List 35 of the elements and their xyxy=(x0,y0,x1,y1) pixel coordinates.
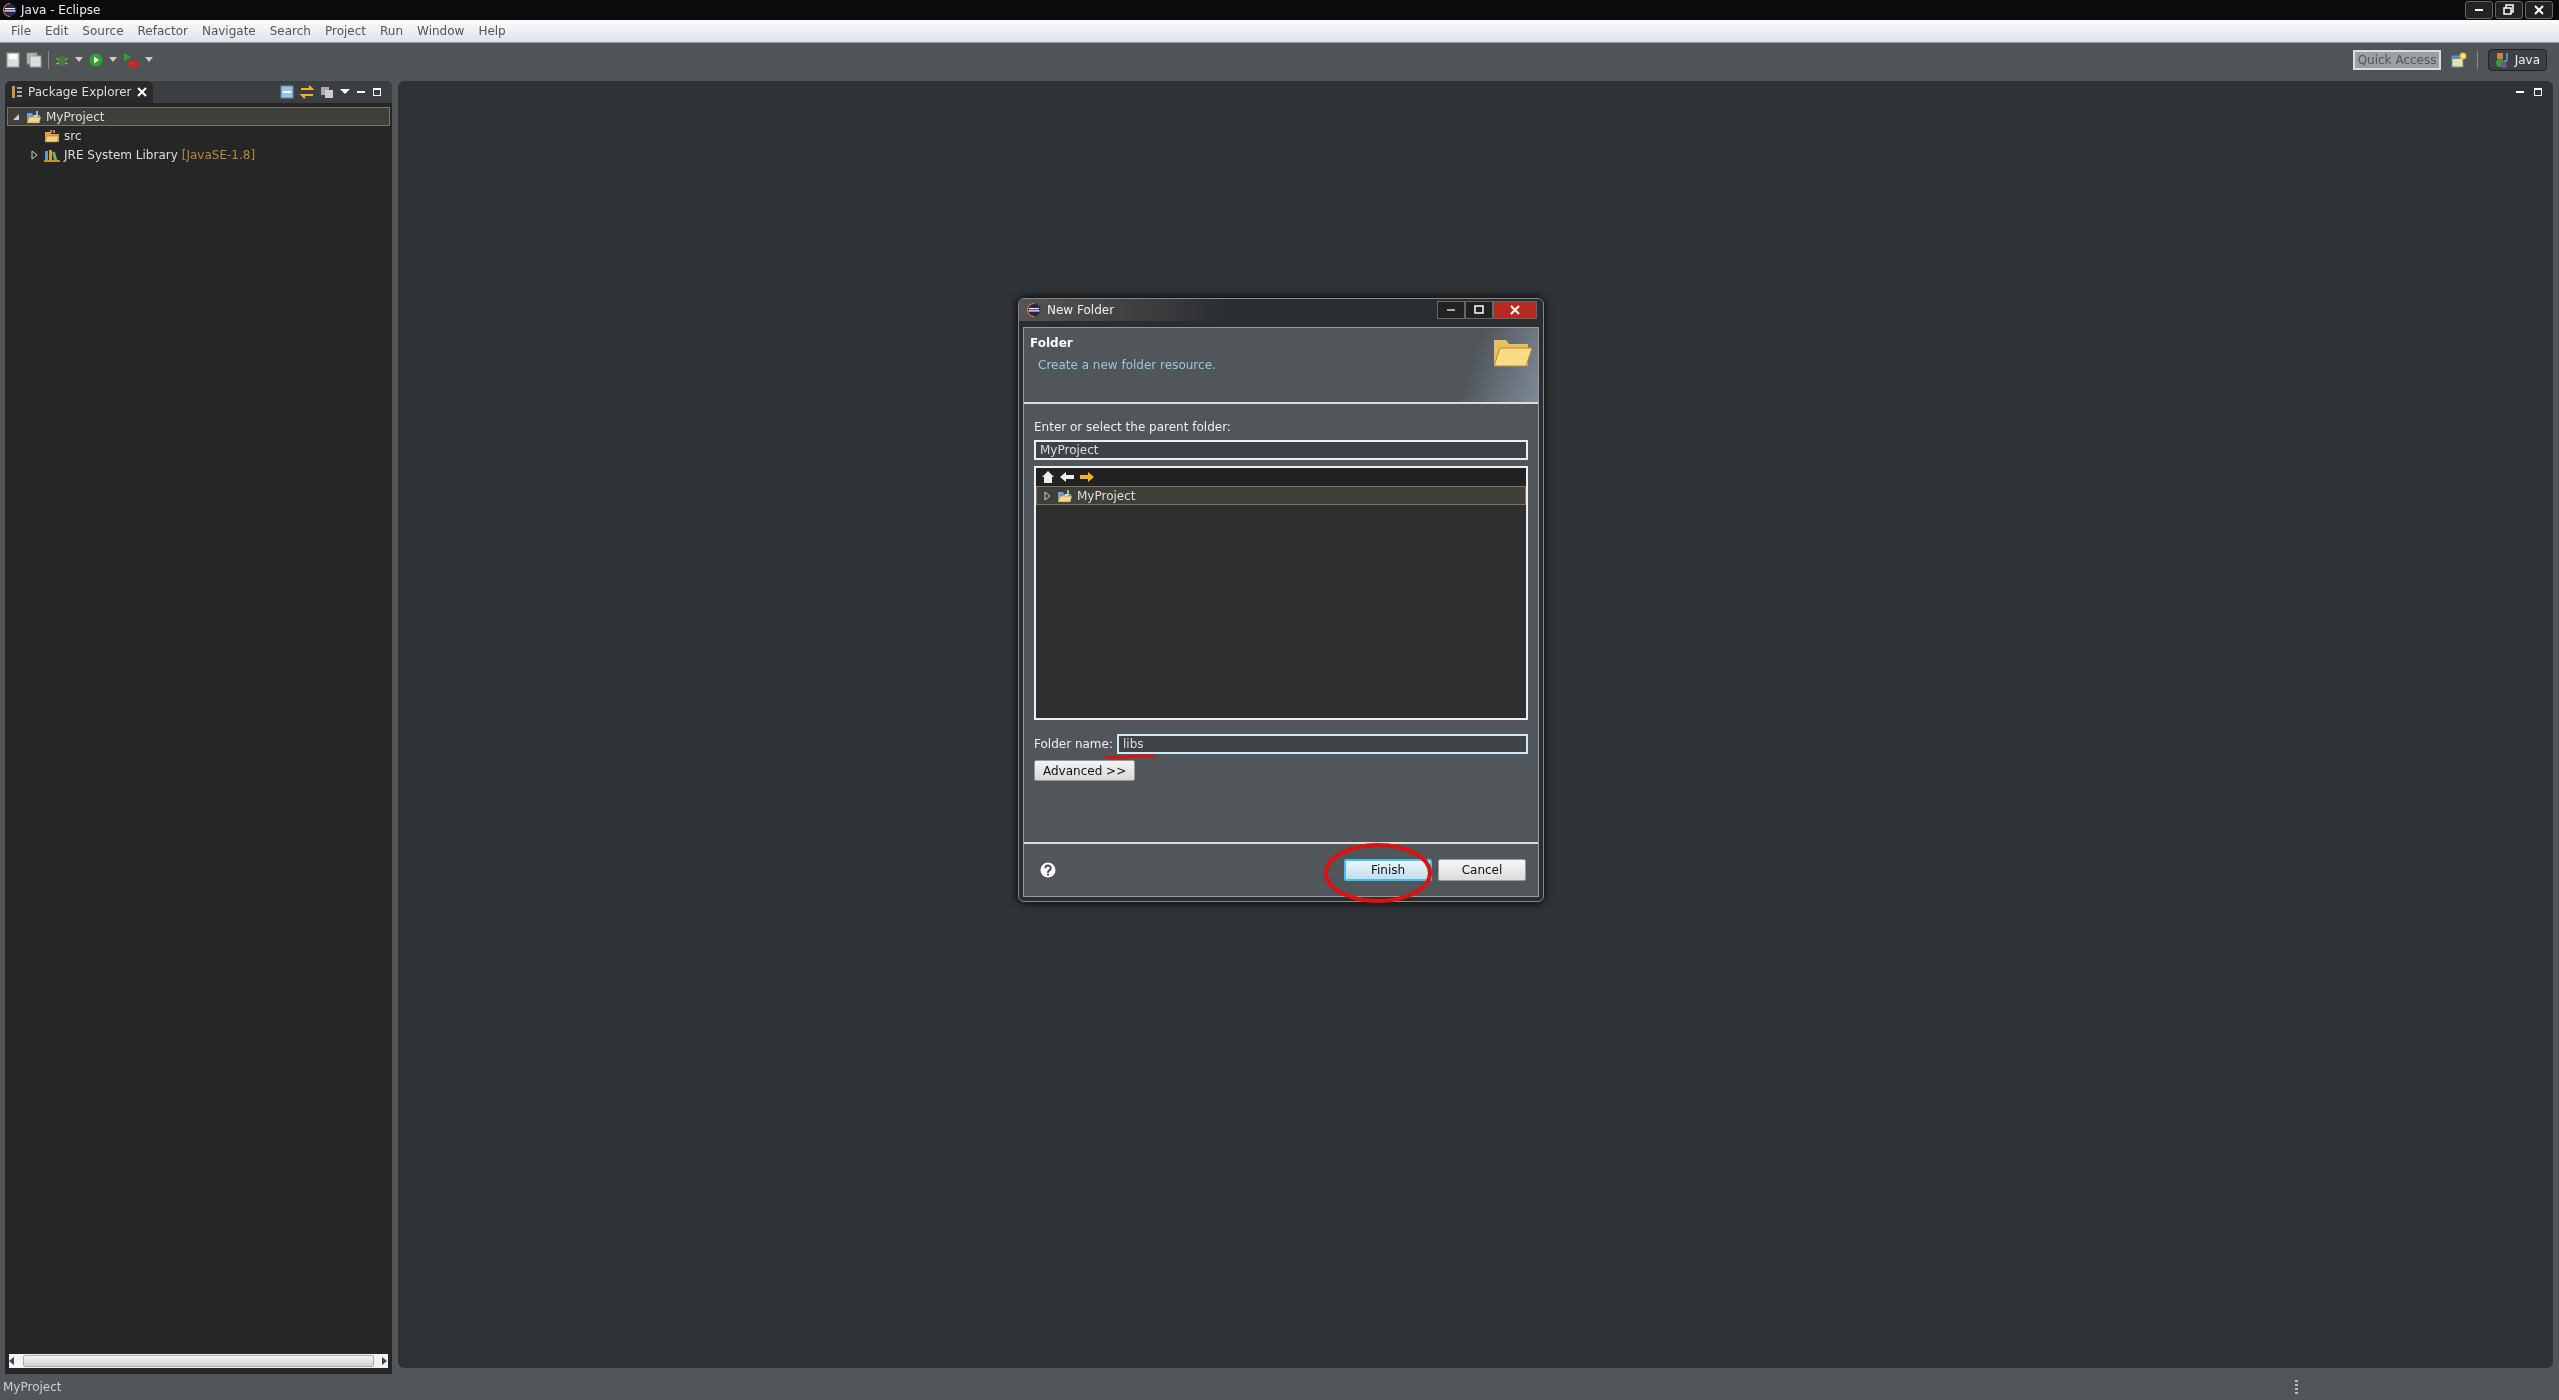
field-label: Folder name: xyxy=(1034,737,1113,751)
dialog-button[interactable]: Cancel xyxy=(1438,859,1526,881)
tree-item[interactable]: MyProject xyxy=(7,107,390,126)
dialog-title: New Folder xyxy=(1047,303,1115,317)
dialog-description: Create a new folder resource. xyxy=(1037,358,1217,372)
tree-item-label: JRE System Library xyxy=(64,147,178,162)
menu-item[interactable]: File xyxy=(4,24,39,38)
dialog-heading: Folder xyxy=(1030,336,1074,350)
menu-item[interactable]: Source xyxy=(75,24,131,38)
dialog-button[interactable]: Finish xyxy=(1344,859,1432,881)
advanced-button[interactable]: Advanced >> xyxy=(1034,760,1136,781)
field-label: Enter or select the parent folder: xyxy=(1034,420,1232,434)
menu-item[interactable]: Run xyxy=(373,24,411,38)
perspective-button[interactable]: Java xyxy=(2487,49,2547,71)
status-text: MyProject xyxy=(3,1380,62,1394)
tree-item[interactable]: MyProject xyxy=(1036,486,1526,505)
menu-item[interactable]: Edit xyxy=(38,24,76,38)
tree-item-decoration: [JavaSE-1.8] xyxy=(181,147,256,162)
tree-item-label: MyProject xyxy=(46,109,105,124)
parent-folder-field[interactable]: MyProject xyxy=(1034,440,1528,460)
menu-item[interactable]: Navigate xyxy=(194,24,263,38)
menu-item[interactable]: Help xyxy=(471,24,513,38)
panel-tab-label: Package Explorer xyxy=(28,85,132,99)
tree-item-label: MyProject xyxy=(1077,488,1136,503)
tree-item[interactable]: src xyxy=(25,126,390,145)
menu-item[interactable]: Search xyxy=(262,24,318,38)
quick-access-field[interactable]: Quick Access xyxy=(2352,50,2441,70)
tree-item-label: src xyxy=(64,128,82,143)
menu-item[interactable]: Refactor xyxy=(130,24,195,38)
menu-item[interactable]: Window xyxy=(410,24,472,38)
tree-item[interactable]: JRE System Library [JavaSE-1.8] xyxy=(25,145,390,164)
folder-name-field[interactable]: libs xyxy=(1117,734,1528,754)
menu-item[interactable]: Project xyxy=(317,24,374,38)
window-title: Java - Eclipse xyxy=(21,3,101,17)
panel-tab[interactable]: Package Explorer xyxy=(5,81,153,103)
